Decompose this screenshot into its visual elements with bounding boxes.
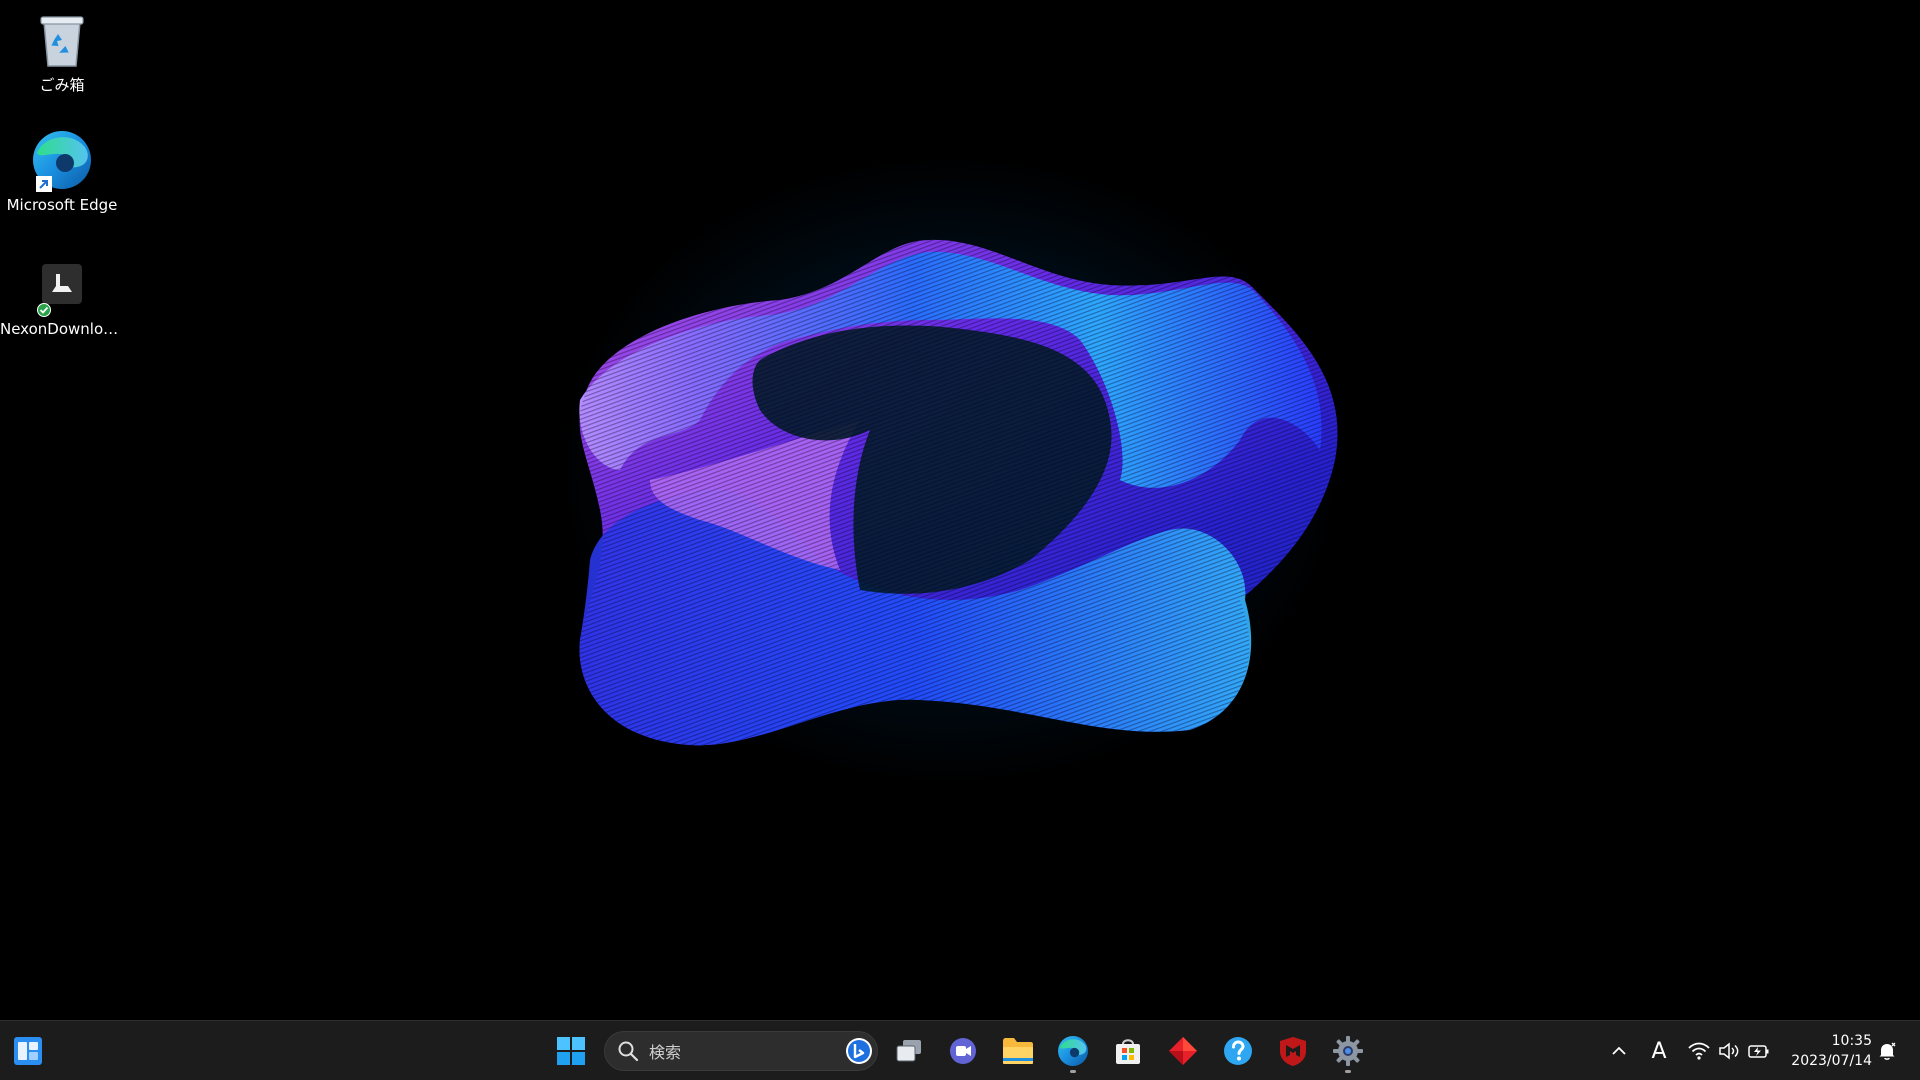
edge-icon: [30, 128, 94, 192]
clock-date: 2023/07/14: [1791, 1053, 1872, 1069]
search-icon: [618, 1041, 639, 1062]
widgets-button[interactable]: [4, 1027, 52, 1075]
ime-label: A: [1651, 1038, 1667, 1064]
sync-check-icon: [37, 303, 51, 317]
taskbar-app-mcafee[interactable]: [1269, 1027, 1317, 1075]
widgets-icon: [14, 1037, 42, 1065]
settings-gear-icon: [1333, 1036, 1363, 1066]
mcafee-icon: [1280, 1037, 1306, 1066]
shortcut-arrow-icon: [36, 176, 52, 192]
start-button[interactable]: [547, 1027, 595, 1075]
desktop-icon-microsoft-edge[interactable]: Microsoft Edge: [0, 128, 124, 214]
windows-start-icon: [557, 1037, 585, 1065]
desktop-icon-label: Microsoft Edge: [6, 196, 118, 214]
taskbar-app-get-help[interactable]: [1214, 1027, 1262, 1075]
task-view-icon: [896, 1040, 921, 1062]
running-indicator: [1070, 1070, 1076, 1073]
taskbar-search-box[interactable]: 検索: [604, 1031, 878, 1071]
desktop: ごみ箱 Microsoft Edge NexonDownloa...: [0, 0, 1920, 1020]
taskbar: 検索 A 10:35 2023/07/14: [0, 1020, 1920, 1080]
volume-button[interactable]: [1716, 1037, 1742, 1065]
notification-button[interactable]: [1876, 1037, 1898, 1065]
desktop-icon-label: NexonDownloa...: [0, 320, 124, 338]
volume-icon: [1719, 1042, 1739, 1060]
desktop-icon-nexon-downloader[interactable]: NexonDownloa...: [0, 252, 124, 338]
bing-icon[interactable]: [845, 1037, 873, 1065]
search-placeholder: 検索: [649, 1043, 682, 1062]
desktop-icon-label: ごみ箱: [39, 76, 85, 94]
clock-time: 10:35: [1831, 1033, 1872, 1049]
help-icon: [1224, 1037, 1252, 1065]
desktop-icon-recycle-bin[interactable]: ごみ箱: [0, 8, 124, 94]
nexon-downloader-icon: [30, 252, 94, 317]
store-icon: [1116, 1039, 1140, 1064]
recycle-bin-icon: [30, 8, 94, 72]
taskbar-clock[interactable]: 10:35 2023/07/14: [1784, 1031, 1872, 1071]
taskbar-app-settings[interactable]: [1324, 1027, 1372, 1075]
notification-bell-icon: [1879, 1042, 1896, 1060]
edge-icon: [1058, 1036, 1088, 1066]
wifi-button[interactable]: [1686, 1037, 1712, 1065]
taskbar-app-microsoft-store[interactable]: [1104, 1027, 1152, 1075]
tray-overflow-button[interactable]: [1608, 1037, 1630, 1065]
running-indicator: [1345, 1070, 1351, 1073]
teams-chat-icon: [950, 1038, 976, 1064]
file-explorer-icon: [1003, 1038, 1033, 1064]
ime-indicator[interactable]: A: [1646, 1037, 1672, 1065]
taskbar-app-microsoft-edge[interactable]: [1049, 1027, 1097, 1075]
taskbar-app-teams-chat[interactable]: [939, 1027, 987, 1075]
chevron-up-icon: [1612, 1046, 1626, 1055]
taskbar-app-red-diamond[interactable]: [1159, 1027, 1207, 1075]
taskbar-app-task-view[interactable]: [885, 1027, 933, 1075]
wifi-icon: [1688, 1042, 1710, 1060]
battery-button[interactable]: [1746, 1037, 1772, 1065]
wallpaper-ribbon: [579, 239, 1338, 746]
battery-charging-icon: [1748, 1045, 1769, 1058]
taskbar-app-file-explorer[interactable]: [994, 1027, 1042, 1075]
red-diamond-icon: [1169, 1037, 1197, 1065]
